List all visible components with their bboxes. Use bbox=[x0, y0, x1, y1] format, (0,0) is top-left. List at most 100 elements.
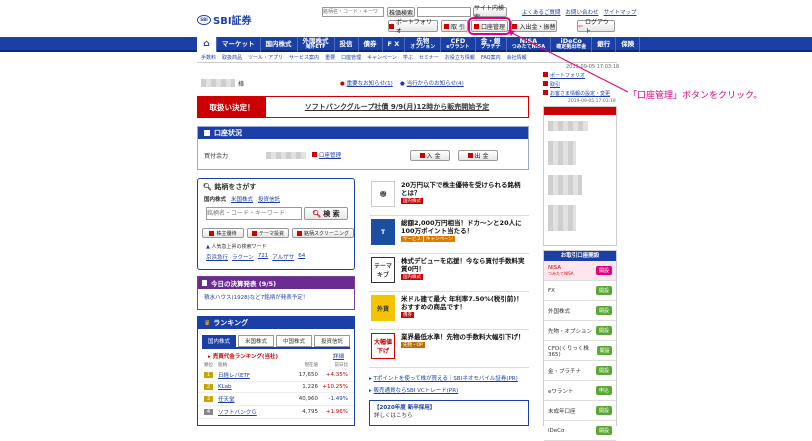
subnav-item[interactable]: 学ぶ bbox=[403, 54, 413, 61]
account-open-row: eワラント 申込 bbox=[544, 381, 616, 401]
shareholder-benefit-button[interactable]: 株主優待 bbox=[202, 228, 244, 238]
nav-cfd[interactable]: CFD eワラント bbox=[441, 37, 476, 52]
account-status-icon bbox=[204, 130, 210, 136]
stock-search-submit[interactable]: 🔍︎ 検 索 bbox=[304, 207, 348, 220]
ranking-row[interactable]: 1 日経レバETF 17,650 +4.35% bbox=[198, 369, 354, 382]
stock-name-link[interactable]: 日経レバETF bbox=[218, 371, 288, 379]
sitemap-link[interactable]: サイトマップ bbox=[604, 8, 637, 16]
subnav-item[interactable]: セミナー bbox=[419, 54, 439, 61]
account-type-label: eワラント bbox=[548, 388, 574, 395]
popular-word[interactable]: 64 bbox=[298, 253, 305, 261]
stock-name-link[interactable]: 任天堂 bbox=[218, 395, 288, 403]
portfolio-icon bbox=[389, 23, 394, 29]
ranking-tab-china[interactable]: 中国株式 bbox=[276, 335, 312, 347]
open-account-button[interactable]: 開設 bbox=[596, 426, 612, 435]
stock-change: +4.35% bbox=[325, 372, 348, 378]
promo-item[interactable]: テーマキブ 株式デビューを応援！今なら買付手数料実質0円！ 国内株式 bbox=[369, 254, 529, 292]
screening-button[interactable]: 銘柄スクリーニング bbox=[292, 228, 354, 238]
header-search-input[interactable] bbox=[322, 7, 384, 17]
nav-futures[interactable]: 先物 オプション bbox=[405, 37, 442, 52]
open-account-button[interactable]: 開設 bbox=[596, 406, 612, 415]
promo-tag: 債券 bbox=[401, 312, 414, 318]
subnav-item[interactable]: 口座管理 bbox=[341, 54, 361, 61]
recruit-box[interactable]: 【2020年度 新卒採用】 詳しくはこちら bbox=[369, 400, 529, 426]
subnav-item[interactable]: お役立ち情報 bbox=[445, 54, 475, 61]
portfolio-button[interactable]: ポートフォリオ bbox=[388, 19, 438, 35]
stock-search-button[interactable]: 株価検索 bbox=[387, 7, 415, 17]
bottom-link-mobile[interactable]: ▸ Tポイントを使って株が買える｜SBIネオモバイル証券(PR) bbox=[369, 372, 529, 384]
account-type-label: 外国株式 bbox=[548, 308, 571, 315]
ranking-row[interactable]: 3 任天堂 40,960 -1.49% bbox=[198, 393, 354, 406]
trade-button[interactable]: 取 引 bbox=[441, 20, 468, 32]
ranking-tab-domestic[interactable]: 国内株式 bbox=[202, 335, 236, 347]
subnav-item[interactable]: 重要 bbox=[325, 54, 335, 61]
nav-gold[interactable]: 金・銀 プラチナ bbox=[476, 37, 507, 52]
popular-word[interactable]: 721 bbox=[258, 253, 269, 261]
nav-bonds[interactable]: 債券 bbox=[359, 37, 383, 52]
tab-us[interactable]: 米国株式 bbox=[231, 195, 253, 203]
ranking-tab-us[interactable]: 米国株式 bbox=[238, 335, 274, 347]
promo-item[interactable]: T 総額2,000万円相当！ドカ～ンと20人に100万ポイント当たる！ サービス キャ… bbox=[369, 216, 529, 254]
site-search-input[interactable] bbox=[417, 7, 471, 17]
sbg-bond-banner[interactable]: 取扱い決定！ ソフトバンクグループ社債 9/9(月)12時から販売開始予定 bbox=[197, 96, 529, 118]
open-account-button[interactable]: 開設 bbox=[597, 346, 612, 355]
account-management-button[interactable]: 口座管理 bbox=[468, 17, 511, 35]
deposit-button[interactable]: 入 金 bbox=[410, 150, 450, 161]
account-link[interactable]: 口座管理 bbox=[312, 151, 341, 159]
account-type-label: FX bbox=[548, 287, 555, 294]
contact-link[interactable]: お問い合わせ bbox=[566, 8, 599, 16]
nav-domestic-stock[interactable]: 国内株式 bbox=[261, 37, 298, 52]
earnings-text[interactable]: 積水ハウス(1928)など7銘柄が発表予定！ bbox=[198, 289, 354, 305]
promo-item[interactable]: 大幅値下げ 業界最低水準！先物の手数料大幅引下げ！ 先物・OP bbox=[369, 330, 529, 368]
important-notice-link[interactable]: ● 重要なお知らせ(1) bbox=[340, 79, 393, 87]
open-account-button[interactable]: 申込 bbox=[596, 386, 612, 395]
popular-word[interactable]: ラクーン bbox=[232, 253, 254, 261]
theme-invest-button[interactable]: テーマ投資 bbox=[247, 228, 289, 238]
tab-funds[interactable]: 投資信託 bbox=[258, 195, 280, 203]
open-account-button[interactable]: 開設 bbox=[596, 366, 612, 375]
subnav-item[interactable]: 手数料 bbox=[201, 54, 216, 61]
account-open-row: 未成年口座 開設 bbox=[544, 401, 616, 421]
search-icon: 🔍︎ bbox=[312, 209, 322, 218]
your-notice-link[interactable]: ● 当行からのお知らせ(4) bbox=[400, 79, 464, 87]
nav-market[interactable]: マーケット bbox=[217, 37, 261, 52]
subnav-item[interactable]: FAQ案内 bbox=[481, 54, 501, 61]
nav-funds[interactable]: 投信 bbox=[335, 37, 359, 52]
open-account-button[interactable]: 開設 bbox=[596, 266, 612, 275]
buying-power-value-blurred bbox=[266, 152, 306, 159]
open-account-button[interactable]: 開設 bbox=[596, 286, 612, 295]
stock-search-panel: 🔍︎ 銘柄をさがす 国内株式 米国株式 投資信託 🔍︎検 索 株主優待 テーマ投… bbox=[197, 178, 355, 270]
ranking-tab-funds[interactable]: 投資信託 bbox=[314, 335, 350, 347]
promo-title: 米ドル建て最大 年利率7.50%(税引前)！おすすめの商品です！ bbox=[401, 295, 523, 311]
logo[interactable]: SBI SBI証券 bbox=[197, 12, 252, 27]
home-tab[interactable]: ⌂ bbox=[197, 37, 217, 52]
stock-name-link[interactable]: KLab bbox=[218, 384, 288, 390]
faq-link[interactable]: よくあるご質問 bbox=[522, 8, 561, 16]
open-account-button[interactable]: 開設 bbox=[596, 306, 612, 315]
ranking-row[interactable]: 2 KLab 1,226 +10.25% bbox=[198, 382, 354, 393]
account-open-row: 外国株式 開設 bbox=[544, 301, 616, 321]
promo-item[interactable]: 外貨 米ドル建て最大 年利率7.50%(税引前)！おすすめの商品です！ 債券 bbox=[369, 292, 529, 330]
tab-domestic[interactable]: 国内株式 bbox=[204, 195, 226, 203]
promo-item[interactable]: 🎁︎ 20万円以下で株主優待を受けられる銘柄とは？ 国内株式 bbox=[369, 178, 529, 216]
site-search-button[interactable]: サイト内検索 bbox=[473, 5, 507, 21]
ranking-more-link[interactable]: 詳細 bbox=[333, 352, 344, 360]
account-type-label: 先物・オプション bbox=[548, 328, 593, 335]
open-account-button[interactable]: 開設 bbox=[596, 326, 612, 335]
stock-name-link[interactable]: ソフトバンクＧ bbox=[218, 408, 288, 416]
nav-foreign-stock[interactable]: 外国株式 海外ETF bbox=[298, 37, 335, 52]
account-open-row: FX 開設 bbox=[544, 281, 616, 301]
account-open-row: 金・プラチナ 開設 bbox=[544, 361, 616, 381]
nav-fx[interactable]: F X bbox=[383, 37, 406, 52]
stock-search-input[interactable] bbox=[206, 207, 302, 220]
promo-title: 総額2,000万円相当！ドカ～ンと20人に100万ポイント当たる！ bbox=[401, 219, 522, 235]
subnav-item[interactable]: サービス案内 bbox=[289, 54, 319, 61]
popular-word[interactable]: 京浜急行 bbox=[206, 253, 228, 261]
popular-word[interactable]: アルザサ bbox=[272, 253, 294, 261]
withdraw-button[interactable]: 出 金 bbox=[458, 150, 498, 161]
subnav-item[interactable]: キャンペーン bbox=[367, 54, 397, 61]
subnav-item[interactable]: ツール・アプリ bbox=[248, 54, 283, 61]
subnav-item[interactable]: 取扱商品 bbox=[222, 54, 242, 61]
bottom-link-vc[interactable]: ▸ 販売通貨ならSBI VCトレード(PR) bbox=[369, 384, 529, 396]
ranking-row[interactable]: 4 ソフトバンクＧ 4,795 +1.96% bbox=[198, 406, 354, 419]
